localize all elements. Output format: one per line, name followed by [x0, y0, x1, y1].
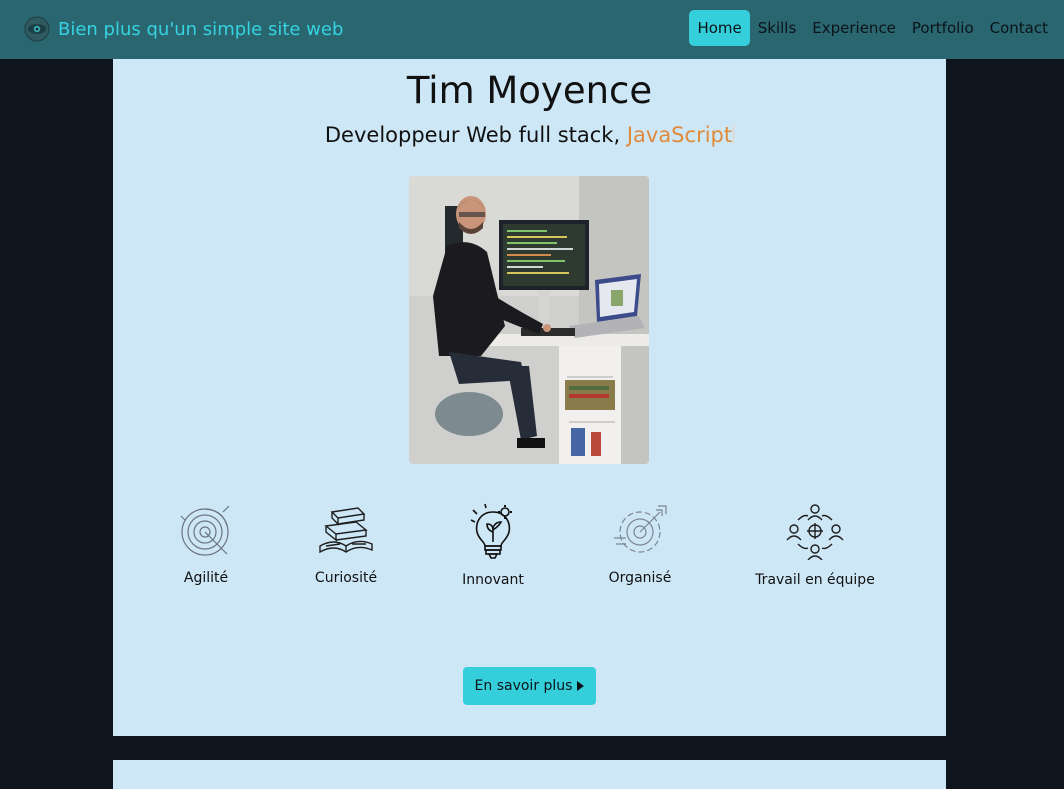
spiral-target-icon: [180, 505, 230, 556]
typing-caret: [733, 125, 735, 145]
hero-section: Tim Moyence Developpeur Web full stack, …: [113, 59, 946, 736]
target-arrow-icon: [614, 505, 667, 553]
navbar: Bien plus qu'un simple site web Home Ski…: [0, 0, 1064, 59]
nav-link-skills[interactable]: Skills: [750, 10, 805, 46]
nav-link-home[interactable]: Home: [689, 10, 750, 46]
quality-innovant: Innovant: [461, 502, 525, 588]
quality-label: Agilité: [183, 570, 229, 586]
profile-photo: [409, 176, 649, 464]
brand-link[interactable]: Bien plus qu'un simple site web: [24, 13, 343, 45]
quality-label: Travail en équipe: [755, 572, 875, 588]
qualities-row: Agilité Curiosité Innovant Organisé Trav…: [113, 502, 946, 602]
play-arrow-icon: [577, 681, 585, 691]
quality-curiosite: Curiosité: [309, 502, 383, 586]
books-icon: [319, 507, 373, 554]
subtitle-prefix: Developpeur Web full stack,: [324, 123, 627, 147]
quality-organise: Organisé: [607, 502, 673, 586]
lightbulb-icon: [470, 503, 512, 559]
team-network-icon: [786, 504, 844, 560]
hero-subtitle: Developpeur Web full stack, JavaScript: [113, 123, 946, 147]
subtitle-accent: JavaScript: [626, 123, 733, 147]
nav-link-contact[interactable]: Contact: [982, 10, 1056, 46]
brand-text: Bien plus qu'un simple site web: [58, 18, 344, 40]
nav-links: Home Skills Experience Portfolio Contact: [689, 10, 1056, 46]
quality-label: Organisé: [608, 570, 672, 586]
nav-link-portfolio[interactable]: Portfolio: [904, 10, 982, 46]
eye-logo-icon: [24, 16, 50, 42]
quality-travail-equipe: Travail en équipe: [753, 502, 877, 588]
next-section: [113, 760, 946, 789]
learn-more-button[interactable]: En savoir plus: [463, 667, 596, 705]
quality-agilite: Agilité: [173, 502, 239, 586]
nav-link-experience[interactable]: Experience: [804, 10, 904, 46]
hero-name: Tim Moyence: [406, 69, 653, 112]
learn-more-label: En savoir plus: [474, 678, 573, 694]
quality-label: Innovant: [462, 572, 524, 588]
quality-label: Curiosité: [314, 570, 378, 586]
